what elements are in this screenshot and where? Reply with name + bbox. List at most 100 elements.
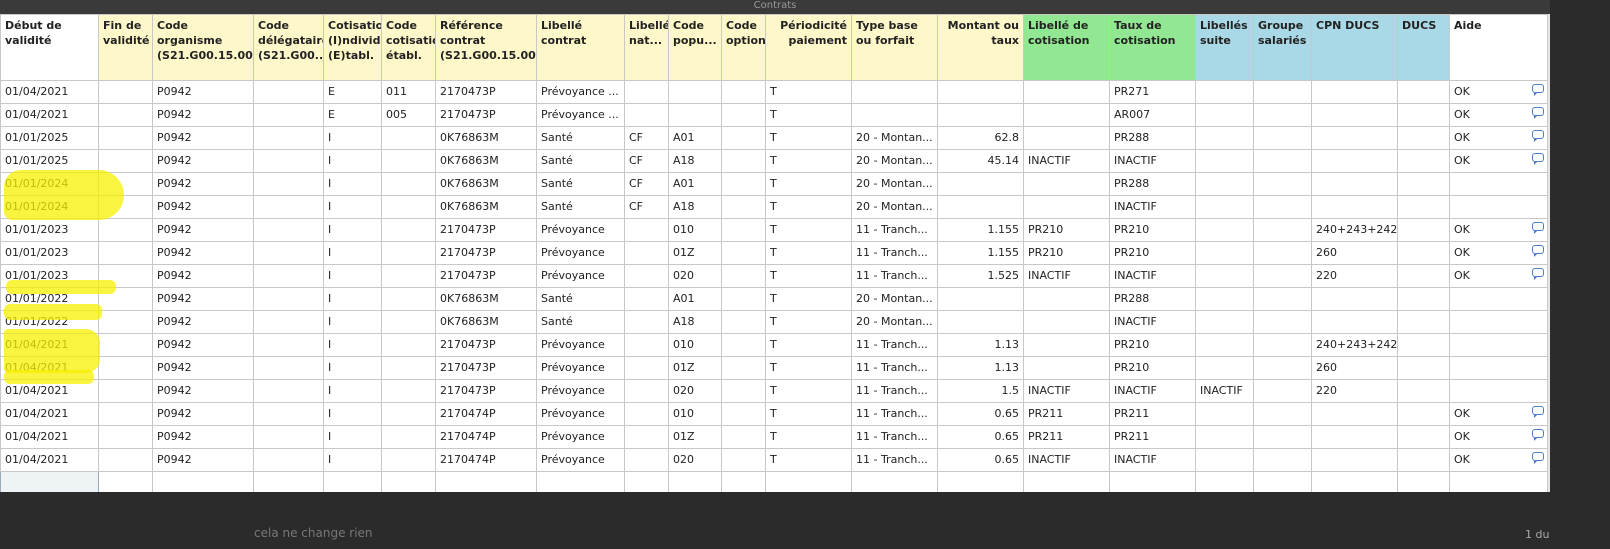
cell-libelle-cotis[interactable]	[1023, 287, 1110, 311]
cell-aide[interactable]: OK	[1449, 103, 1548, 127]
cell-reference[interactable]: 2170473P	[435, 264, 537, 288]
new-row-cell[interactable]	[98, 471, 153, 492]
cell-delegataire[interactable]	[253, 448, 324, 472]
new-row-cell[interactable]	[1397, 471, 1450, 492]
cell-libelle[interactable]: Santé	[536, 126, 625, 150]
cell-code-option[interactable]	[721, 172, 766, 196]
cell-periodicite[interactable]: T	[765, 333, 852, 357]
cell-delegataire[interactable]	[253, 379, 324, 403]
cell-cpn[interactable]	[1311, 425, 1398, 449]
cell-montant[interactable]	[937, 80, 1024, 104]
table-row[interactable]: 01/04/2021 P0942 E 005 2170473P Prévoyance ..…	[0, 103, 1548, 127]
cell-cpn[interactable]: 240+243+242	[1311, 333, 1398, 357]
cell-debut[interactable]: 01/01/2023	[0, 264, 99, 288]
cell-delegataire[interactable]	[253, 425, 324, 449]
cell-libelle-cotis[interactable]: INACTIF	[1023, 264, 1110, 288]
column-header-periodicite[interactable]: Périodicité paiement	[765, 14, 852, 81]
cell-delegataire[interactable]	[253, 172, 324, 196]
cell-libelle[interactable]: Prévoyance	[536, 402, 625, 426]
cell-libelle[interactable]: Santé	[536, 287, 625, 311]
cell-type-base[interactable]: 20 - Montan...	[851, 172, 938, 196]
cell-type-base[interactable]: 11 - Tranch...	[851, 241, 938, 265]
cell-delegataire[interactable]	[253, 103, 324, 127]
cell-delegataire[interactable]	[253, 402, 324, 426]
cell-libelles-suite[interactable]	[1195, 264, 1254, 288]
cell-reference[interactable]: 0K76863M	[435, 149, 537, 173]
cell-organisme[interactable]: P0942	[152, 80, 254, 104]
cell-libelle-cotis[interactable]: PR211	[1023, 425, 1110, 449]
cell-code-popu[interactable]: A18	[668, 195, 722, 219]
cell-code-cotis[interactable]: 005	[381, 103, 436, 127]
cell-libelle-nat[interactable]	[624, 80, 669, 104]
table-row[interactable]: 01/01/2023 P0942 I 2170473P Prévoyance 01Z T 11…	[0, 241, 1548, 265]
cell-montant[interactable]: 62.8	[937, 126, 1024, 150]
cell-groupe[interactable]	[1253, 241, 1312, 265]
cell-debut[interactable]: 01/01/2024	[0, 195, 99, 219]
cell-libelle-nat[interactable]	[624, 333, 669, 357]
cell-cpn[interactable]: 220	[1311, 379, 1398, 403]
cell-code-option[interactable]	[721, 126, 766, 150]
cell-taux[interactable]: INACTIF	[1109, 448, 1196, 472]
cell-delegataire[interactable]	[253, 241, 324, 265]
cell-code-cotis[interactable]	[381, 333, 436, 357]
cell-debut[interactable]: 01/04/2021	[0, 103, 99, 127]
column-header-ducs[interactable]: DUCS	[1397, 14, 1450, 81]
cell-groupe[interactable]	[1253, 310, 1312, 334]
cell-taux[interactable]: INACTIF	[1109, 264, 1196, 288]
cell-groupe[interactable]	[1253, 356, 1312, 380]
cell-periodicite[interactable]: T	[765, 425, 852, 449]
table-row[interactable]: 01/04/2021 P0942 I 2170473P Prévoyance 01Z T 11…	[0, 356, 1548, 380]
cell-libelle-nat[interactable]	[624, 425, 669, 449]
cell-groupe[interactable]	[1253, 149, 1312, 173]
cell-aide[interactable]	[1449, 333, 1548, 357]
cell-debut[interactable]: 01/01/2023	[0, 241, 99, 265]
cell-periodicite[interactable]: T	[765, 356, 852, 380]
cell-libelles-suite[interactable]	[1195, 80, 1254, 104]
cell-code-popu[interactable]: A18	[668, 310, 722, 334]
cell-libelle[interactable]: Santé	[536, 195, 625, 219]
table-row[interactable]: 01/01/2023 P0942 I 2170473P Prévoyance 020 T 11…	[0, 264, 1548, 288]
cell-montant[interactable]: 1.13	[937, 333, 1024, 357]
cell-aide[interactable]	[1449, 287, 1548, 311]
cell-code-option[interactable]	[721, 195, 766, 219]
cell-delegataire[interactable]	[253, 195, 324, 219]
cell-libelle-nat[interactable]	[624, 402, 669, 426]
cell-cotisation[interactable]: I	[323, 448, 382, 472]
column-header-delegataire[interactable]: Code délégataire (S21.G00...	[253, 14, 324, 81]
cell-debut[interactable]: 01/04/2021	[0, 425, 99, 449]
cell-libelles-suite[interactable]	[1195, 448, 1254, 472]
cell-ducs[interactable]	[1397, 80, 1450, 104]
new-row-cell[interactable]	[1311, 471, 1398, 492]
table-row[interactable]: 01/04/2021 P0942 I 2170474P Prévoyance 01Z T 11…	[0, 425, 1548, 449]
cell-libelles-suite[interactable]	[1195, 333, 1254, 357]
cell-libelle-nat[interactable]	[624, 310, 669, 334]
cell-code-cotis[interactable]	[381, 149, 436, 173]
cell-montant[interactable]	[937, 310, 1024, 334]
cell-taux[interactable]: AR007	[1109, 103, 1196, 127]
cell-groupe[interactable]	[1253, 287, 1312, 311]
cell-groupe[interactable]	[1253, 126, 1312, 150]
cell-libelle[interactable]: Prévoyance	[536, 264, 625, 288]
cell-aide[interactable]: OK	[1449, 149, 1548, 173]
cell-periodicite[interactable]: T	[765, 241, 852, 265]
cell-aide[interactable]	[1449, 172, 1548, 196]
cell-periodicite[interactable]: T	[765, 218, 852, 242]
cell-cpn[interactable]: 220	[1311, 264, 1398, 288]
cell-fin[interactable]	[98, 195, 153, 219]
cell-ducs[interactable]	[1397, 310, 1450, 334]
cell-code-cotis[interactable]	[381, 402, 436, 426]
new-row-cell[interactable]	[937, 471, 1024, 492]
cell-delegataire[interactable]	[253, 287, 324, 311]
cell-fin[interactable]	[98, 218, 153, 242]
cell-aide[interactable]	[1449, 310, 1548, 334]
cell-code-cotis[interactable]	[381, 241, 436, 265]
cell-libelle[interactable]: Prévoyance	[536, 333, 625, 357]
cell-reference[interactable]: 2170473P	[435, 103, 537, 127]
cell-cotisation[interactable]: I	[323, 402, 382, 426]
cell-cpn[interactable]	[1311, 310, 1398, 334]
cell-cpn[interactable]: 260	[1311, 356, 1398, 380]
cell-libelle-cotis[interactable]	[1023, 356, 1110, 380]
cell-libelle-cotis[interactable]: PR210	[1023, 218, 1110, 242]
cell-ducs[interactable]	[1397, 287, 1450, 311]
cell-libelle-cotis[interactable]: INACTIF	[1023, 149, 1110, 173]
